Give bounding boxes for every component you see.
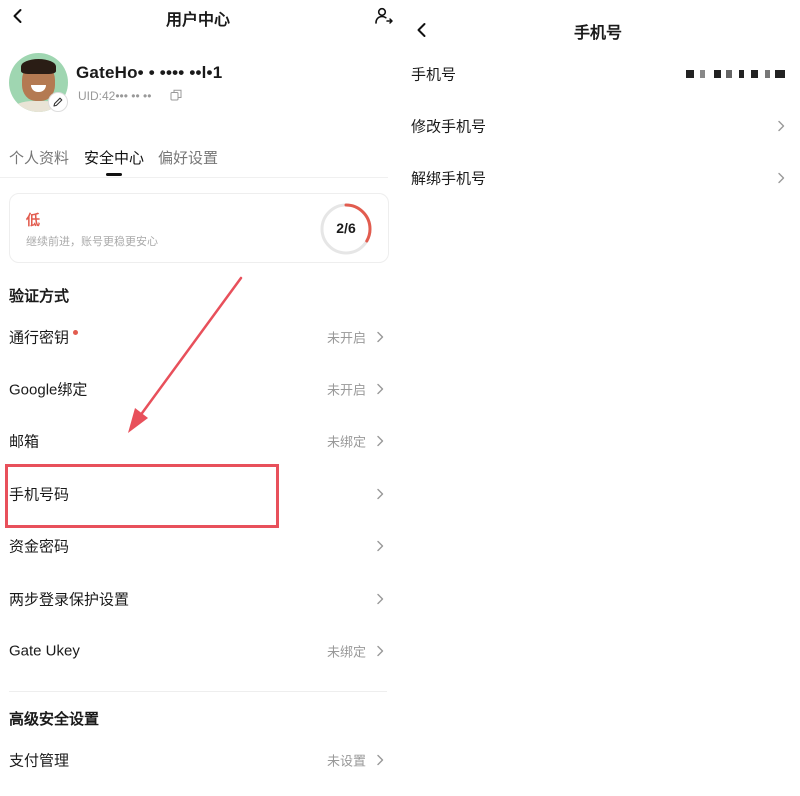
row-email-label: 邮箱 — [9, 433, 40, 451]
copy-icon[interactable] — [170, 89, 182, 101]
chevron-right-icon — [377, 593, 384, 605]
row-fund-password-label: 资金密码 — [9, 538, 70, 556]
row-google-auth-status: 未开启 — [326, 382, 366, 398]
chevron-right-icon — [377, 435, 384, 447]
row-google-auth[interactable]: Google绑定 未开启 — [0, 363, 396, 415]
row-unbind-phone[interactable]: 解绑手机号 — [396, 152, 800, 204]
section-divider — [9, 691, 387, 692]
masked-phone-value — [686, 68, 786, 80]
row-two-step-login[interactable]: 两步登录保护设置 — [0, 573, 396, 625]
row-passkey[interactable]: 通行密钥 未开启 — [0, 311, 396, 363]
row-two-step-login-label: 两步登录保护设置 — [9, 591, 130, 609]
pencil-icon — [53, 97, 63, 107]
profile-tabs: 个人资料 安全中心 偏好设置 — [0, 144, 396, 178]
row-change-phone[interactable]: 修改手机号 — [396, 100, 800, 152]
chevron-right-icon — [778, 172, 785, 184]
security-progress-label: 2/6 — [336, 220, 356, 236]
advanced-section-title: 高级安全设置 — [9, 711, 100, 728]
security-level-card: 低 继续前进，账号更稳更安心 2/6 — [9, 193, 389, 263]
chevron-right-icon — [377, 540, 384, 552]
top-bar: 用户中心 — [0, 0, 396, 34]
row-payment-management-label: 支付管理 — [9, 752, 70, 770]
row-payment-management[interactable]: 支付管理 未设置 — [0, 734, 396, 786]
security-level-hint: 继续前进，账号更稳更安心 — [26, 236, 158, 248]
highlight-box — [5, 464, 279, 528]
row-payment-management-status: 未设置 — [326, 753, 366, 769]
chevron-right-icon — [377, 488, 384, 500]
row-phone-number: 手机号 — [396, 48, 800, 100]
notification-dot — [73, 330, 78, 335]
row-phone-number-label: 手机号 — [411, 66, 457, 84]
page-title: 用户中心 — [165, 12, 230, 29]
security-level-text: 低 — [26, 212, 40, 228]
tab-security-center[interactable]: 安全中心 — [84, 147, 144, 168]
row-google-auth-label: Google绑定 — [9, 381, 88, 399]
chevron-right-icon — [377, 645, 384, 657]
username: GateHo• • •••• ••l•1 — [76, 63, 223, 82]
row-passkey-label: 通行密钥 — [9, 329, 70, 347]
active-tab-indicator — [106, 173, 122, 176]
row-email-status: 未绑定 — [326, 434, 366, 450]
user-center-panel: 用户中心 GateHo• • •••• ••l•1 UID:42••• •• •… — [0, 0, 396, 796]
tabs-divider — [0, 177, 388, 178]
phone-number-panel: 手机号 手机号 修改手机号 解绑手机号 — [396, 0, 800, 796]
chevron-right-icon — [377, 754, 384, 766]
chevron-right-icon — [377, 383, 384, 395]
uid-text: UID:42••• •• •• — [78, 89, 152, 103]
chevron-right-icon — [377, 331, 384, 343]
row-gate-ukey-status: 未绑定 — [326, 644, 366, 660]
avatar-hair — [21, 59, 56, 74]
verification-section-title: 验证方式 — [9, 288, 70, 305]
edit-avatar-button[interactable] — [48, 92, 68, 112]
page-title: 手机号 — [573, 25, 622, 42]
row-passkey-status: 未开启 — [326, 330, 366, 346]
top-bar: 手机号 — [396, 12, 800, 42]
tab-preferences[interactable]: 偏好设置 — [158, 147, 218, 168]
row-unbind-phone-label: 解绑手机号 — [411, 170, 487, 188]
chevron-right-icon — [778, 120, 785, 132]
row-gate-ukey[interactable]: Gate Ukey 未绑定 — [0, 625, 396, 677]
row-email[interactable]: 邮箱 未绑定 — [0, 415, 396, 467]
row-gate-ukey-label: Gate Ukey — [9, 642, 80, 660]
user-switch-icon[interactable] — [374, 6, 394, 26]
row-change-phone-label: 修改手机号 — [411, 118, 487, 136]
tab-personal-info[interactable]: 个人资料 — [9, 147, 69, 168]
